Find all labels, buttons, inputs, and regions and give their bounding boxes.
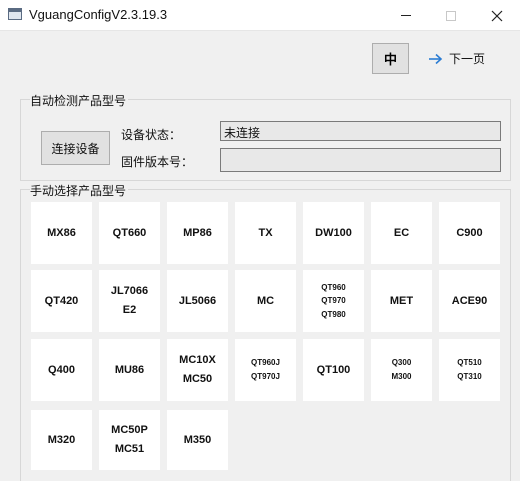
- model-label: QT970J: [251, 372, 280, 381]
- model-mc50p-mc51-button[interactable]: MC50P MC51: [99, 410, 160, 470]
- model-met-button[interactable]: MET: [371, 270, 432, 332]
- model-label: MX86: [47, 226, 76, 239]
- model-qt960j-qt970j-button[interactable]: QT960J QT970J: [235, 339, 296, 401]
- model-mc-button[interactable]: MC: [235, 270, 296, 332]
- model-ace90-button[interactable]: ACE90: [439, 270, 500, 332]
- model-label: QT510: [457, 358, 482, 368]
- model-mc10x-mc50-button[interactable]: MC10X MC50: [167, 339, 228, 401]
- model-button-grid: MX86 QT660 MP86 TX DW100 EC C900 QT420 JL7066 E2 J…: [0, 0, 520, 481]
- model-mp86-button[interactable]: MP86: [167, 202, 228, 264]
- model-q300-m300-button[interactable]: Q300 M300: [371, 339, 432, 401]
- model-label: QT960J: [251, 358, 280, 368]
- model-label: M320: [47, 433, 76, 446]
- model-mx86-button[interactable]: MX86: [31, 202, 92, 264]
- model-mu86-button[interactable]: MU86: [99, 339, 160, 401]
- model-label: MC50: [182, 373, 213, 385]
- model-label: QT100: [316, 363, 351, 376]
- model-label: QT980: [321, 309, 346, 319]
- model-qt100-button[interactable]: QT100: [303, 339, 364, 401]
- model-m320-button[interactable]: M320: [31, 410, 92, 470]
- model-dw100-button[interactable]: DW100: [303, 202, 364, 264]
- model-label: MU86: [114, 363, 145, 376]
- model-q400-button[interactable]: Q400: [31, 339, 92, 401]
- model-label: MC50P: [111, 424, 148, 437]
- model-label: QT960: [321, 282, 346, 292]
- model-label: JL5066: [178, 294, 217, 307]
- model-label: M300: [391, 372, 412, 381]
- model-c900-button[interactable]: C900: [439, 202, 500, 264]
- model-label: TX: [258, 226, 273, 239]
- model-qt420-button[interactable]: QT420: [31, 270, 92, 332]
- model-qt660-button[interactable]: QT660: [99, 202, 160, 264]
- model-label: ACE90: [451, 294, 488, 307]
- model-label: QT420: [44, 294, 79, 307]
- model-qt960-qt970-qt980-button[interactable]: QT960 QT970 QT980: [303, 270, 364, 332]
- model-label: EC: [393, 226, 410, 239]
- model-label: MC: [256, 294, 275, 307]
- model-label: MET: [389, 294, 414, 307]
- model-label: MC51: [114, 443, 145, 455]
- model-label: Q300: [391, 358, 412, 368]
- model-label: MP86: [183, 226, 212, 239]
- model-label: Q400: [48, 363, 75, 376]
- model-label: C900: [456, 226, 483, 239]
- model-m350-button[interactable]: M350: [167, 410, 228, 470]
- model-label: QT970: [321, 296, 346, 306]
- model-label: JL7066: [110, 285, 149, 298]
- model-label: DW100: [315, 226, 352, 239]
- model-jl5066-button[interactable]: JL5066: [167, 270, 228, 332]
- model-jl7066-e2-button[interactable]: JL7066 E2: [99, 270, 160, 332]
- model-tx-button[interactable]: TX: [235, 202, 296, 264]
- model-ec-button[interactable]: EC: [371, 202, 432, 264]
- model-label: MC10X: [179, 354, 216, 367]
- model-qt510-qt310-button[interactable]: QT510 QT310: [439, 339, 500, 401]
- model-label: QT310: [457, 372, 482, 381]
- model-label: QT660: [112, 226, 147, 239]
- model-label: M350: [183, 433, 212, 446]
- model-label: E2: [122, 304, 137, 316]
